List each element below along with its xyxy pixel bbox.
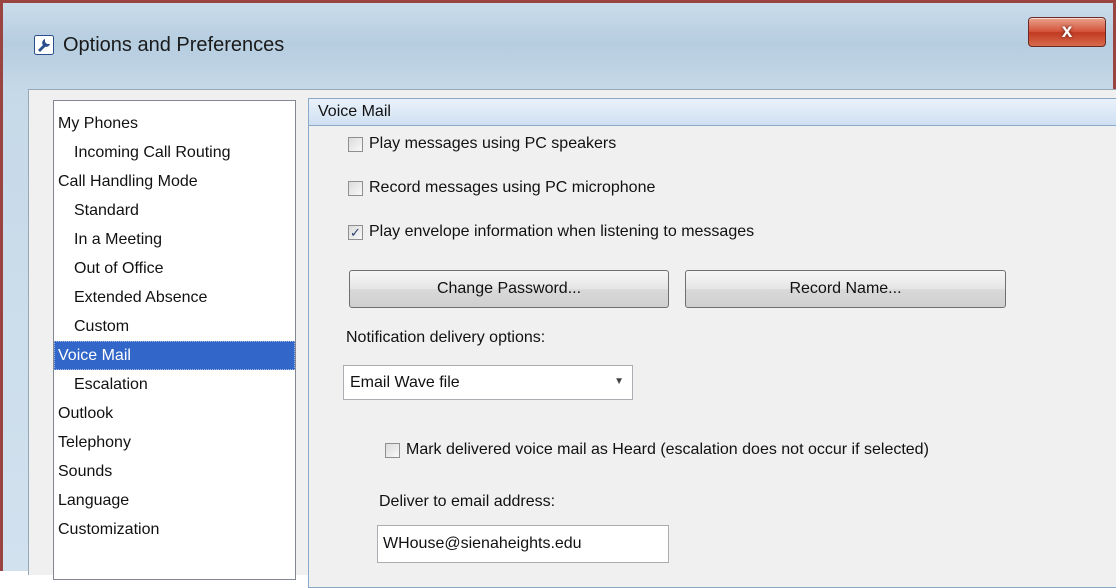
close-button[interactable]: x: [1028, 17, 1106, 47]
deliver-email-label: Deliver to email address:: [379, 493, 556, 510]
play-pc-speakers-label: Play messages using PC speakers: [369, 135, 617, 152]
nav-item-custom[interactable]: Custom: [54, 312, 295, 341]
change-password-button[interactable]: Change Password...: [349, 270, 669, 308]
record-pc-mic-checkbox[interactable]: [348, 180, 363, 196]
nav-item-telephony[interactable]: Telephony: [54, 428, 295, 457]
panel-header: Voice Mail: [309, 99, 1116, 126]
nav-item-extended-absence[interactable]: Extended Absence: [54, 283, 295, 312]
nav-item-out-of-office[interactable]: Out of Office: [54, 254, 295, 283]
play-envelope-checkbox[interactable]: ✓: [348, 224, 363, 240]
window-title: Options and Preferences: [63, 34, 285, 56]
play-envelope-option[interactable]: ✓ Play envelope information when listeni…: [348, 223, 754, 241]
record-pc-mic-label: Record messages using PC microphone: [369, 179, 656, 196]
nav-item-escalation[interactable]: Escalation: [54, 370, 295, 399]
mark-heard-label: Mark delivered voice mail as Heard (esca…: [406, 441, 929, 458]
nav-item-sounds[interactable]: Sounds: [54, 457, 295, 486]
mark-heard-option[interactable]: Mark delivered voice mail as Heard (esca…: [385, 441, 929, 459]
close-icon: x: [1061, 21, 1073, 42]
dialog-client-area: My Phones Incoming Call Routing Call Handl…: [28, 89, 1116, 588]
notification-selected-value: Email Wave file: [350, 374, 460, 391]
nav-item-language[interactable]: Language: [54, 486, 295, 515]
email-address-input[interactable]: [377, 525, 669, 563]
options-category-list[interactable]: My Phones Incoming Call Routing Call Handl…: [53, 100, 296, 580]
record-pc-mic-option[interactable]: Record messages using PC microphone: [348, 179, 655, 197]
notification-options-label: Notification delivery options:: [346, 329, 546, 346]
mark-heard-checkbox[interactable]: [385, 442, 400, 458]
title-bar[interactable]: Options and Preferences x: [3, 3, 1113, 89]
nav-item-incoming-call-routing[interactable]: Incoming Call Routing: [54, 138, 295, 167]
nav-item-customization[interactable]: Customization: [54, 515, 295, 544]
nav-item-standard[interactable]: Standard: [54, 196, 295, 225]
notification-delivery-select[interactable]: Email Wave file ▼: [343, 365, 633, 400]
nav-item-my-phones[interactable]: My Phones: [54, 109, 295, 138]
options-window: Options and Preferences x My Phones Incom…: [0, 0, 1116, 588]
play-envelope-label: Play envelope information when listening…: [369, 223, 755, 240]
record-name-button[interactable]: Record Name...: [685, 270, 1006, 308]
play-pc-speakers-option[interactable]: Play messages using PC speakers: [348, 135, 616, 153]
nav-item-call-handling-mode[interactable]: Call Handling Mode: [54, 167, 295, 196]
options-app-icon: [34, 35, 54, 55]
voice-mail-panel: Voice Mail Play messages using PC speake…: [308, 98, 1116, 588]
nav-item-in-a-meeting[interactable]: In a Meeting: [54, 225, 295, 254]
nav-item-outlook[interactable]: Outlook: [54, 399, 295, 428]
dropdown-arrow-icon: ▼: [614, 376, 624, 387]
play-pc-speakers-checkbox[interactable]: [348, 136, 363, 152]
nav-item-voice-mail[interactable]: Voice Mail: [54, 341, 295, 370]
